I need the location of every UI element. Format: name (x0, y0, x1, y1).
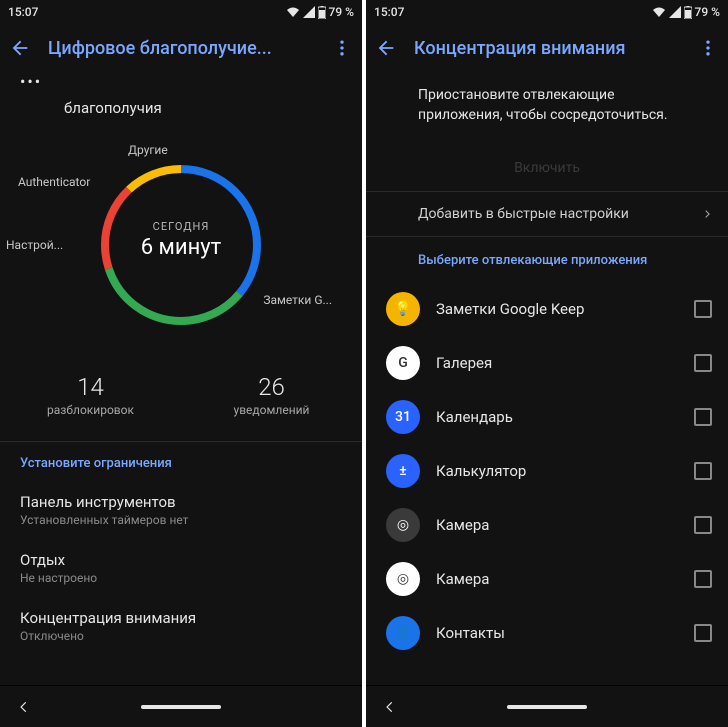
app-row[interactable]: G Галерея (366, 336, 728, 390)
app-checkbox[interactable] (694, 570, 712, 588)
app-list: 💡 Заметки Google Keep G Галерея 31 Календарь ±… (366, 282, 728, 660)
app-name: Календарь (436, 408, 678, 426)
app-checkbox[interactable] (694, 624, 712, 642)
app-icon: ◎ (386, 508, 420, 542)
battery-percent: 79 % (695, 5, 720, 19)
chart-label-auth: Authenticator (18, 175, 90, 189)
app-row[interactable]: 👤 Контакты (366, 606, 728, 660)
chart-label-settings: Настрой... (6, 238, 63, 252)
overflow-menu[interactable] (696, 36, 720, 60)
app-checkbox[interactable] (694, 408, 712, 426)
wifi-icon (652, 6, 666, 18)
page-title: Цифровое благополучие... (48, 38, 314, 59)
app-checkbox[interactable] (694, 300, 712, 318)
section-select-apps: Выберите отвлекающие приложения (366, 237, 728, 282)
stat-notifications[interactable]: 26 уведомлений (181, 373, 362, 417)
app-row[interactable]: 31 Календарь (366, 390, 728, 444)
app-icon: 👤 (386, 616, 420, 650)
section-limits: Установите ограничения (0, 441, 362, 481)
nav-back-icon[interactable] (17, 700, 31, 714)
app-row[interactable]: ◎ Камера (366, 498, 728, 552)
app-name: Галерея (436, 354, 678, 372)
app-row[interactable]: ± Калькулятор (366, 444, 728, 498)
app-icon: 💡 (386, 292, 420, 326)
usage-chart[interactable]: СЕГОДНЯ 6 минут Другие Authenticator Нас… (0, 125, 362, 355)
page-subtitle: благополучия (0, 95, 362, 125)
signal-icon (669, 6, 681, 18)
ellipsis-icon: ••• (0, 72, 362, 95)
app-icon: ◎ (386, 562, 420, 596)
row-dashboard[interactable]: Панель инструментов Установленных таймер… (0, 481, 362, 539)
title-bar: Цифровое благополучие... (0, 24, 362, 72)
row-focus-title: Концентрация внимания (20, 609, 342, 627)
app-name: Калькулятор (436, 462, 678, 480)
nav-back-icon[interactable] (383, 700, 397, 714)
app-name: Камера (436, 516, 678, 534)
battery-percent: 79 % (329, 5, 354, 19)
stat-unlocks-label: разблокировок (0, 403, 181, 417)
nav-bar (366, 685, 728, 727)
app-name: Камера (436, 570, 678, 588)
row-focus[interactable]: Концентрация внимания Отключено (0, 597, 362, 655)
back-button[interactable] (8, 36, 32, 60)
phone-focus: 15:07 79 % Концентрация внимания Приоста… (366, 0, 728, 727)
row-winddown-title: Отдых (20, 551, 342, 569)
row-focus-sub: Отключено (20, 629, 342, 643)
stat-notifications-value: 26 (181, 373, 362, 401)
chart-value: 6 минут (141, 235, 222, 260)
chevron-right-icon (702, 207, 712, 221)
stat-unlocks[interactable]: 14 разблокировок (0, 373, 181, 417)
app-icon: G (386, 346, 420, 380)
overflow-menu[interactable] (330, 36, 354, 60)
nav-home-pill[interactable] (507, 705, 587, 709)
row-winddown[interactable]: Отдых Не настроено (0, 539, 362, 597)
title-bar: Концентрация внимания (366, 24, 728, 72)
app-icon: ± (386, 454, 420, 488)
app-name: Заметки Google Keep (436, 300, 678, 318)
nav-home-pill[interactable] (141, 705, 221, 709)
battery-icon (318, 6, 326, 19)
app-row[interactable]: ◎ Камера (366, 552, 728, 606)
app-checkbox[interactable] (694, 462, 712, 480)
stat-notifications-label: уведомлений (181, 403, 362, 417)
quick-settings-label: Добавить в быстрые настройки (418, 206, 702, 222)
stats-row: 14 разблокировок 26 уведомлений (0, 355, 362, 441)
signal-icon (303, 6, 315, 18)
status-bar: 15:07 79 % (0, 0, 362, 24)
chart-today-label: СЕГОДНЯ (153, 220, 210, 233)
status-bar: 15:07 79 % (366, 0, 728, 24)
row-dashboard-title: Панель инструментов (20, 493, 342, 511)
row-dashboard-sub: Установленных таймеров нет (20, 513, 342, 527)
app-name: Контакты (436, 624, 678, 642)
quick-settings-row[interactable]: Добавить в быстрые настройки (366, 191, 728, 237)
wifi-icon (286, 6, 300, 18)
app-icon: 31 (386, 400, 420, 434)
page-title: Концентрация внимания (414, 38, 680, 59)
battery-icon (684, 6, 692, 19)
phone-wellbeing: 15:07 79 % Цифровое благополучие... ••• … (0, 0, 362, 727)
app-checkbox[interactable] (694, 354, 712, 372)
stat-unlocks-value: 14 (0, 373, 181, 401)
focus-description: Приостановите отвлекающие приложения, чт… (366, 72, 728, 145)
row-winddown-sub: Не настроено (20, 571, 342, 585)
app-row[interactable]: 💡 Заметки Google Keep (366, 282, 728, 336)
back-button[interactable] (374, 36, 398, 60)
enable-button[interactable]: Включить (514, 160, 580, 176)
chart-label-other: Другие (128, 143, 168, 157)
status-time: 15:07 (8, 5, 286, 19)
status-time: 15:07 (374, 5, 652, 19)
chart-label-keep: Заметки G... (263, 293, 332, 307)
app-checkbox[interactable] (694, 516, 712, 534)
nav-bar (0, 685, 362, 727)
